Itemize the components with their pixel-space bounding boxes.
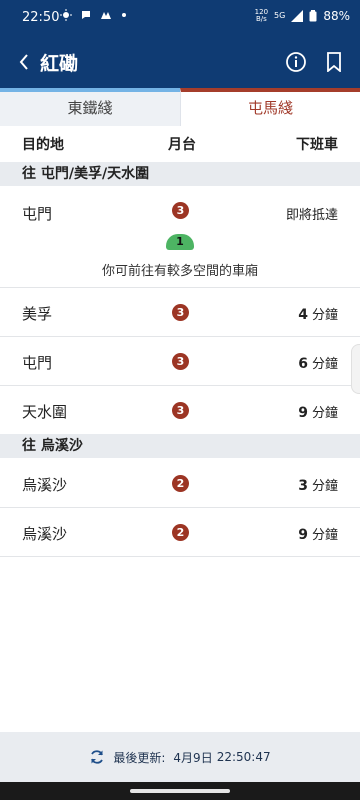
- network-type: 5G: [274, 11, 286, 20]
- app-bar: 紅磡: [0, 36, 360, 88]
- more-notifications-icon: [122, 13, 126, 17]
- row-destination: 屯門: [22, 205, 53, 223]
- top-bar: 22:50 120 B/s 5G 88% 紅磡: [0, 0, 360, 88]
- table-header: 目的地 月台 下班車: [0, 126, 360, 162]
- row-eta: 9 分鐘: [298, 527, 338, 543]
- battery-icon: [309, 10, 317, 22]
- header-next-train: 下班車: [296, 137, 338, 153]
- line-tabs: 東鐵綫 屯馬綫: [0, 88, 360, 126]
- chevron-left-icon: [19, 54, 28, 70]
- tab-tuen-ma-line[interactable]: 屯馬綫: [180, 88, 360, 126]
- notification-icons: [60, 9, 126, 21]
- system-nav-bar: [0, 782, 360, 800]
- section-header: 往 烏溪沙: [0, 434, 360, 458]
- table-row[interactable]: 烏溪沙 2 3 分鐘: [0, 458, 360, 508]
- row-destination: 天水圍: [22, 403, 68, 421]
- tab-east-rail-line[interactable]: 東鐵綫: [0, 88, 180, 126]
- row-destination: 烏溪沙: [22, 525, 68, 543]
- back-button[interactable]: [10, 48, 38, 76]
- page-title: 紅磡: [40, 53, 79, 75]
- table-row[interactable]: 屯門 3 6 分鐘: [0, 337, 360, 386]
- table-row[interactable]: 天水圍 3 9 分鐘: [0, 386, 360, 434]
- chat-icon: [82, 11, 90, 19]
- status-right: 120 B/s 5G 88%: [254, 8, 350, 24]
- table-row[interactable]: 烏溪沙 2 9 分鐘: [0, 508, 360, 557]
- refresh-icon: [91, 750, 104, 764]
- car-hint: 你可前往有較多空間的車廂: [101, 264, 258, 279]
- battery-level: 88%: [323, 9, 350, 23]
- row-eta: 3 分鐘: [298, 478, 338, 494]
- last-updated-label: 最後更新:: [113, 750, 166, 765]
- header-platform: 月台: [168, 137, 196, 153]
- row-destination: 屯門: [22, 354, 53, 372]
- last-updated-bar[interactable]: 最後更新: 4月9日 22:50:47: [0, 732, 360, 782]
- car-badge: 1: [166, 234, 194, 250]
- section-header: 往 屯門/美孚/天水圍: [0, 162, 360, 186]
- status-time: 22:50: [22, 10, 60, 25]
- platform-badge: 2: [172, 524, 189, 541]
- row-destination: 美孚: [22, 305, 53, 323]
- row-eta: 6 分鐘: [298, 356, 338, 372]
- sun-icon: [60, 9, 72, 21]
- platform-badge: 3: [172, 402, 189, 419]
- row-eta: 4 分鐘: [298, 307, 338, 323]
- bookmark-button[interactable]: [320, 48, 348, 76]
- last-updated-date: 4月9日: [173, 750, 213, 765]
- net-speed: 120 B/s: [254, 8, 269, 23]
- platform-badge: 3: [172, 353, 189, 370]
- table-row[interactable]: 美孚 3 4 分鐘: [0, 288, 360, 337]
- bookmark-icon: [327, 52, 341, 72]
- signal-icon: [291, 10, 304, 22]
- row-destination: 烏溪沙: [22, 476, 68, 494]
- header-destination: 目的地: [22, 137, 64, 153]
- platform-badge: 3: [172, 202, 189, 219]
- row-eta: 9 分鐘: [298, 405, 338, 421]
- info-button[interactable]: [282, 48, 310, 76]
- platform-badge: 2: [172, 475, 189, 492]
- home-handle[interactable]: [130, 789, 230, 793]
- side-drawer-handle[interactable]: [351, 344, 360, 394]
- row-eta: 即將抵達: [285, 208, 338, 223]
- status-bar: 22:50 120 B/s 5G 88%: [0, 0, 360, 36]
- app-icon: [101, 12, 111, 19]
- platform-badge: 3: [172, 304, 189, 321]
- info-icon: [286, 52, 306, 72]
- last-updated-time: 22:50:47: [216, 750, 271, 764]
